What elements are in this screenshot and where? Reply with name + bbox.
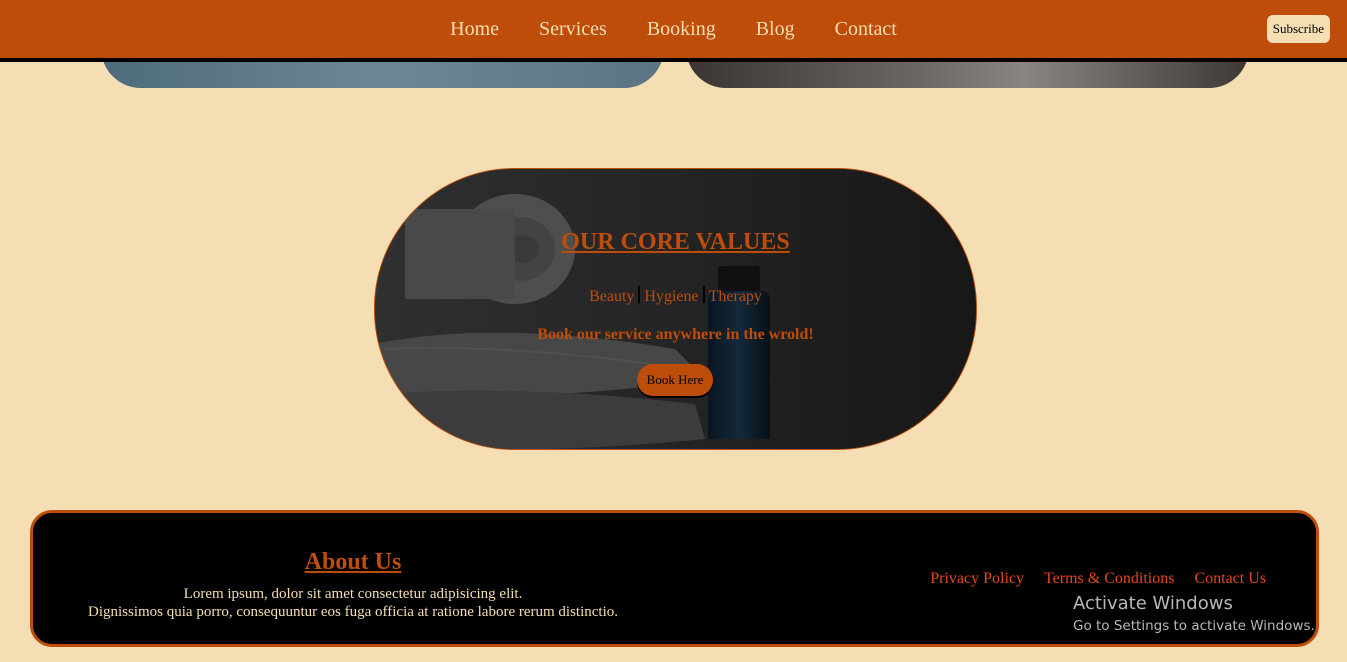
subscribe-button[interactable]: Subscribe xyxy=(1266,15,1330,43)
nav-home-link[interactable]: Home xyxy=(450,18,499,41)
nav-services-link[interactable]: Services xyxy=(539,18,607,41)
about-us-line-1: Lorem ipsum, dolor sit amet consectetur … xyxy=(183,586,523,602)
about-us-title: About Us xyxy=(304,549,402,575)
top-navbar: Home Services Booking Blog Contact Subsc… xyxy=(0,0,1347,62)
activate-windows-watermark: Activate Windows Go to Settings to activ… xyxy=(1073,593,1315,636)
about-us-text: Lorem ipsum, dolor sit amet consectetur … xyxy=(33,585,673,621)
core-values-list: Beauty Hygiene Therapy xyxy=(375,286,976,306)
nav-contact-link[interactable]: Contact xyxy=(835,18,897,41)
book-here-button[interactable]: Book Here xyxy=(637,364,713,396)
nav-booking-link[interactable]: Booking xyxy=(647,18,716,41)
core-values-title: OUR CORE VALUES xyxy=(561,229,790,255)
activate-windows-title: Activate Windows xyxy=(1073,593,1233,614)
core-values-section: OUR CORE VALUES Beauty Hygiene Therapy Boo… xyxy=(374,168,977,450)
footer-links: Privacy Policy Terms & Conditions Contac… xyxy=(930,570,1266,588)
contact-us-link[interactable]: Contact Us xyxy=(1194,570,1266,588)
privacy-policy-link[interactable]: Privacy Policy xyxy=(930,570,1024,588)
about-us-line-2: Dignissimos quia porro, consequuntur eos… xyxy=(87,604,618,620)
nav-blog-link[interactable]: Blog xyxy=(756,18,795,41)
core-values-tagline: Book our service anywhere in the wrold! xyxy=(537,326,814,343)
value-therapy: Therapy xyxy=(708,288,762,305)
activate-windows-subtitle: Go to Settings to activate Windows. xyxy=(1073,618,1315,634)
value-beauty: Beauty xyxy=(589,288,635,305)
terms-conditions-link[interactable]: Terms & Conditions xyxy=(1044,570,1174,588)
main-nav: Home Services Booking Blog Contact xyxy=(0,0,1347,58)
value-hygiene: Hygiene xyxy=(644,288,699,305)
core-values-content: OUR CORE VALUES Beauty Hygiene Therapy Boo… xyxy=(375,169,976,449)
